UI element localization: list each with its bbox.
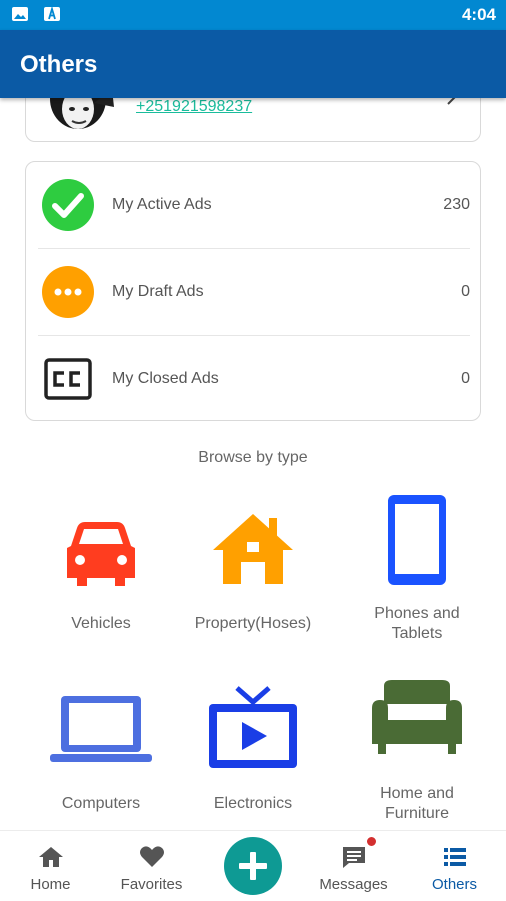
status-time: 4:04 xyxy=(461,5,496,24)
app-notification-icon xyxy=(44,7,60,21)
messages-badge xyxy=(366,836,377,847)
my-active-ads-row[interactable]: My Active Ads 230 xyxy=(26,162,482,248)
check-circle-icon xyxy=(42,179,94,231)
ad-label: My Active Ads xyxy=(112,196,212,213)
category-label: Vehicles xyxy=(71,615,131,632)
ad-count: 230 xyxy=(443,196,470,213)
category-phones-tablets[interactable]: Phones and Tablets xyxy=(333,494,501,646)
list-icon xyxy=(444,848,466,866)
category-property[interactable]: Property(Hoses) xyxy=(169,512,337,638)
status-bar: 4:04 xyxy=(0,0,506,30)
nav-messages[interactable]: Messages xyxy=(303,831,404,901)
category-home-furniture[interactable]: Home and Furniture xyxy=(333,678,501,824)
category-label: Phones and Tablets xyxy=(374,605,460,642)
home-icon xyxy=(39,847,63,867)
category-vehicles[interactable]: Vehicles xyxy=(17,518,185,638)
my-ads-card: My Active Ads 230 My Draft Ads 0 My Clos… xyxy=(25,161,481,421)
laptop-icon xyxy=(50,696,152,762)
nav-label: Favorites xyxy=(120,876,183,893)
category-label: Property(Hoses) xyxy=(194,615,312,632)
category-electronics[interactable]: Electronics xyxy=(169,686,337,813)
category-label: Computers xyxy=(61,795,141,812)
nav-others[interactable]: Others xyxy=(404,831,505,901)
post-ad-button[interactable] xyxy=(224,837,282,895)
nav-label: Others xyxy=(431,876,477,893)
category-computers[interactable]: Computers xyxy=(17,693,185,813)
closed-caption-icon xyxy=(44,358,92,400)
category-label: Electronics xyxy=(213,795,293,812)
more-dots-icon xyxy=(42,266,94,318)
plus-icon xyxy=(239,852,267,880)
house-icon xyxy=(213,514,293,584)
nav-favorites[interactable]: Favorites xyxy=(101,831,202,901)
ad-label: My Draft Ads xyxy=(112,283,204,300)
image-notification-icon xyxy=(12,7,28,21)
browse-by-type-heading: Browse by type xyxy=(198,449,308,466)
sofa-icon xyxy=(372,680,462,754)
nav-label: Home xyxy=(30,876,71,893)
heart-icon xyxy=(140,846,164,867)
phone-icon xyxy=(388,495,446,585)
page-title: Others xyxy=(20,51,98,78)
app-bar: Others xyxy=(0,30,506,98)
profile-phone-link[interactable]: +251921598237 xyxy=(136,98,252,116)
my-closed-ads-row[interactable]: My Closed Ads 0 xyxy=(26,336,482,422)
message-icon xyxy=(343,847,365,868)
ad-count: 0 xyxy=(461,370,470,387)
ad-count: 0 xyxy=(461,283,470,300)
ad-label: My Closed Ads xyxy=(112,370,219,387)
car-icon xyxy=(67,522,135,586)
tv-icon xyxy=(209,686,297,768)
nav-home[interactable]: Home xyxy=(0,831,101,901)
my-draft-ads-row[interactable]: My Draft Ads 0 xyxy=(26,249,482,335)
category-label: Home and Furniture xyxy=(380,785,454,822)
nav-label: Messages xyxy=(319,876,388,893)
